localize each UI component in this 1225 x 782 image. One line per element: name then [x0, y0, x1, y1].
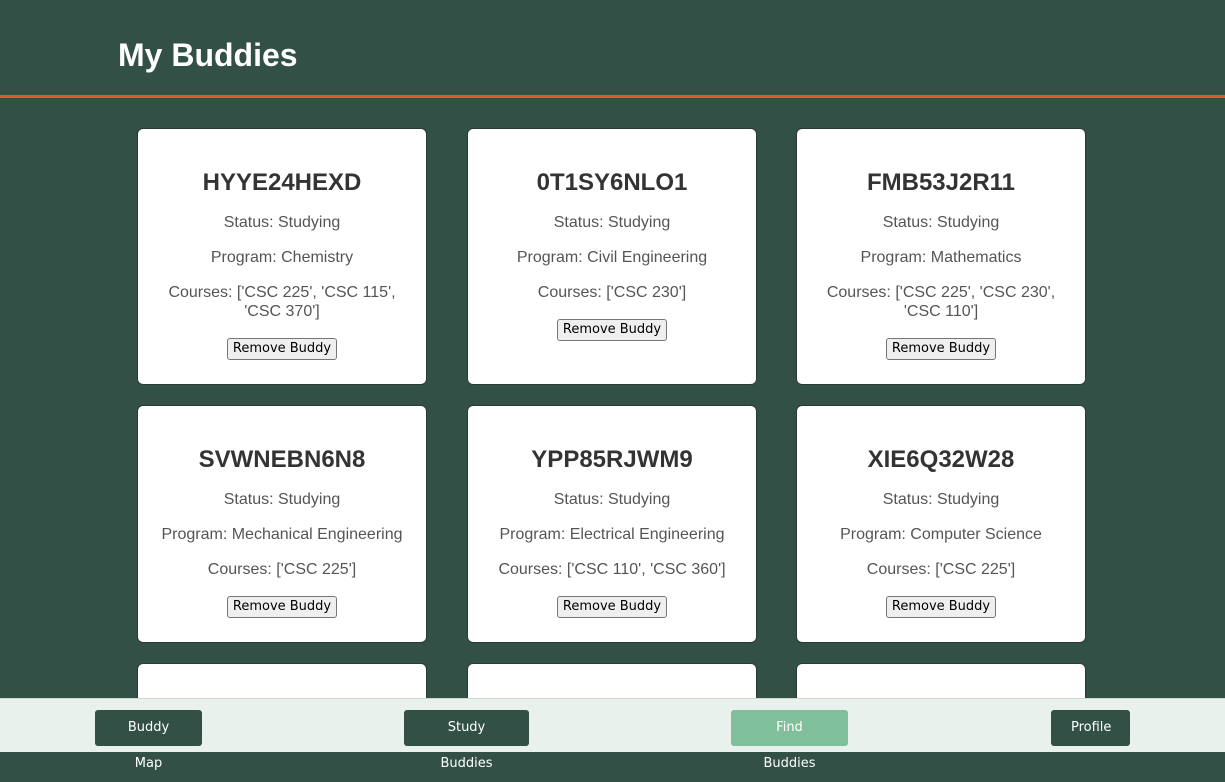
buddy-status: Status: Studying — [223, 214, 341, 231]
nav-profile-button[interactable]: Profile — [1051, 710, 1130, 746]
buddy-name: FMB53J2R11 — [866, 169, 1016, 196]
buddy-courses: Courses: ['CSC 225', 'CSC 115', 'CSC 370… — [168, 284, 396, 320]
nav-find-buddies-button[interactable]: Find Buddies — [731, 710, 848, 771]
buddy-program: Program: Electrical Engineering — [499, 526, 725, 543]
buddy-card: HYYE24HEXD Status: Studying Program: Che… — [137, 128, 427, 385]
buddy-card: FMB53J2R11 Status: Studying Program: Mat… — [796, 128, 1086, 385]
buddy-program: Program: Civil Engineering — [516, 249, 708, 266]
remove-buddy-button[interactable]: Remove Buddy — [885, 596, 997, 618]
buddy-status: Status: Studying — [553, 491, 671, 508]
buddy-courses: Courses: ['CSC 225'] — [866, 561, 1016, 578]
buddy-status: Status: Studying — [223, 491, 341, 508]
buddy-card: YPP85RJWM9 Status: Studying Program: Ele… — [467, 405, 757, 643]
buddy-card: XIE6Q32W28 Status: Studying Program: Com… — [796, 405, 1086, 643]
remove-buddy-button[interactable]: Remove Buddy — [226, 596, 338, 618]
buddy-card: SVWNEBN6N8 Status: Studying Program: Mec… — [137, 405, 427, 643]
buddy-card: 0T1SY6NLO1 Status: Studying Program: Civ… — [467, 128, 757, 385]
buddy-program: Program: Computer Science — [840, 526, 1042, 543]
remove-buddy-button[interactable]: Remove Buddy — [556, 596, 668, 618]
remove-buddy-button[interactable]: Remove Buddy — [885, 338, 997, 360]
buddy-courses: Courses: ['CSC 230'] — [537, 284, 687, 301]
buddy-status: Status: Studying — [882, 491, 1000, 508]
page-header: My Buddies — [0, 0, 1225, 98]
buddy-status: Status: Studying — [553, 214, 671, 231]
buddy-name: XIE6Q32W28 — [867, 446, 1015, 473]
nav-study-buddies-button[interactable]: Study Buddies — [404, 710, 529, 771]
buddy-courses: Courses: ['CSC 110', 'CSC 360'] — [498, 561, 726, 578]
buddy-name: HYYE24HEXD — [202, 169, 362, 196]
buddy-status: Status: Studying — [882, 214, 1000, 231]
buddy-courses: Courses: ['CSC 225', 'CSC 230', 'CSC 110… — [826, 284, 1056, 320]
remove-buddy-button[interactable]: Remove Buddy — [226, 338, 338, 360]
buddy-name: YPP85RJWM9 — [531, 446, 693, 473]
buddy-courses: Courses: ['CSC 225'] — [207, 561, 357, 578]
page-title: My Buddies — [118, 37, 298, 73]
buddy-name: SVWNEBN6N8 — [198, 446, 366, 473]
buddy-program: Program: Mechanical Engineering — [161, 526, 403, 543]
bottom-navbar: Buddy Map Study Buddies Find Buddies Pro… — [0, 698, 1225, 771]
nav-buddy-map-button[interactable]: Buddy Map — [95, 710, 202, 771]
buddy-name: 0T1SY6NLO1 — [536, 169, 688, 196]
buddy-grid: HYYE24HEXD Status: Studying Program: Che… — [0, 0, 1225, 752]
buddy-program: Program: Chemistry — [210, 249, 354, 266]
buddy-program: Program: Mathematics — [860, 249, 1022, 266]
remove-buddy-button[interactable]: Remove Buddy — [556, 319, 668, 341]
